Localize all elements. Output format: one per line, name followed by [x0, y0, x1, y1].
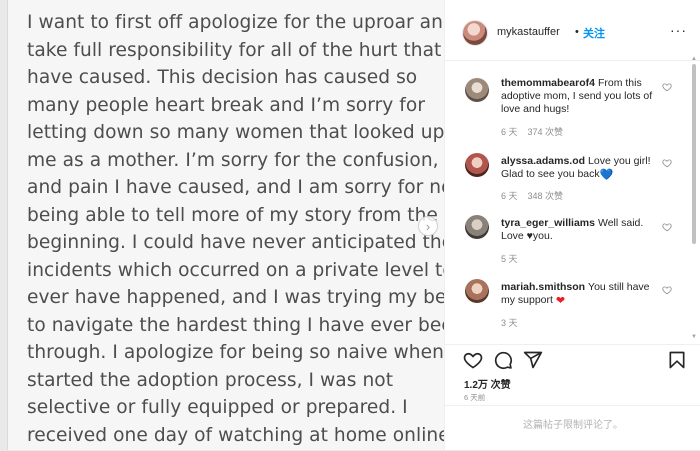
post-text-line: many people heart break and I’m sorry fo… [27, 94, 426, 116]
follow-button[interactable]: 关注 [583, 25, 605, 41]
post-text-line: through. I apologize for being so naive … [27, 342, 445, 363]
comments-list: themommabearof4 From this adoptive mom, I… [445, 61, 700, 343]
comment-item: themommabearof4 From this adoptive mom, I… [445, 74, 700, 138]
commenter-avatar[interactable] [465, 215, 489, 239]
post-text-line: have caused. This decision has caused so [27, 67, 418, 88]
post-side-panel: mykastauffer • 关注 ··· themommabearof4 Fro… [445, 0, 700, 450]
more-icon[interactable]: ··· [670, 22, 687, 38]
commenter-username[interactable]: themommabearof4 [501, 77, 595, 89]
comments-disabled-notice: 这篇帖子限制评论了。 [445, 405, 700, 451]
commenter-avatar[interactable] [465, 153, 489, 177]
heart-icon[interactable] [662, 222, 672, 232]
comment-time: 3 天 [501, 318, 518, 328]
comments-scrollbar[interactable]: ▲ ▼ [691, 56, 697, 342]
author-username[interactable]: mykastauffer [497, 26, 560, 38]
post-text-line: being able to tell more of my story from… [27, 204, 438, 226]
post-text-line: to navigate the hardest thing I have eve… [27, 314, 445, 336]
heart-icon[interactable] [463, 350, 483, 370]
comment-item: alyssa.adams.od Love you girl! Glad to se… [445, 153, 700, 203]
post-text-line: me as a mother. I’m sorry for the confus… [27, 149, 439, 171]
share-icon[interactable] [523, 350, 543, 370]
post-text-line: take full responsibility for all of the … [27, 39, 445, 61]
comment-likes[interactable]: 374 次赞 [528, 127, 564, 137]
likes-count[interactable]: 1.2万 次赞 [464, 376, 511, 391]
comment-meta: 6 天 374 次赞 [501, 125, 573, 138]
comment-icon[interactable] [493, 350, 513, 370]
commenter-username[interactable]: tyra_eger_williams [501, 217, 595, 229]
comment-text: mariah.smithson You still have my support… [501, 281, 653, 307]
post-text-line: I want to first off apologize for the up… [27, 12, 445, 33]
blue-heart-emoji: 💙 [599, 169, 614, 181]
comment-text: alyssa.adams.od Love you girl! Glad to se… [501, 155, 653, 181]
chevron-right-icon: › [425, 218, 431, 234]
post-timestamp: 6 天前 [464, 393, 486, 402]
bookmark-icon[interactable] [667, 350, 687, 370]
comment-item: tyra_eger_williams Well said. Love ♥you. … [445, 215, 700, 265]
commenter-username[interactable]: mariah.smithson [501, 281, 585, 293]
post-text-line: incidents which occurred on a private le… [27, 259, 445, 281]
heart-icon[interactable] [662, 158, 672, 168]
post-header: mykastauffer • 关注 ··· [445, 0, 700, 61]
comment-likes[interactable]: 348 次赞 [528, 191, 564, 201]
post-text-line: received one day of watching at home onl… [27, 424, 445, 446]
post-text-line: started the adoption process, I was not [27, 369, 394, 391]
post-modal: I want to first off apologize for the up… [7, 0, 700, 450]
commenter-username[interactable]: alyssa.adams.od [501, 155, 585, 167]
post-text-line: selective or fully equipped or prepared.… [27, 397, 408, 418]
post-image-text: I want to first off apologize for the up… [27, 9, 445, 449]
comment-meta: 5 天 [501, 252, 528, 265]
post-text-line: beginning. I could have never anticipate… [27, 232, 445, 253]
comment-meta: 3 天 [501, 316, 528, 329]
heart-icon[interactable] [662, 82, 672, 92]
post-text-line: letting down so many women that looked u… [27, 122, 445, 143]
comment-meta: 6 天 348 次赞 [501, 189, 573, 202]
comment-time: 5 天 [501, 254, 518, 264]
post-text-line: ever have happened, and I was trying my … [27, 287, 445, 308]
author-avatar[interactable] [463, 21, 487, 45]
post-actions: 1.2万 次赞 6 天前 [445, 344, 700, 405]
comment-text: tyra_eger_williams Well said. Love ♥you. [501, 217, 653, 243]
post-text-line: and pain I have caused, and I am sorry f… [27, 177, 445, 198]
scroll-up-icon[interactable]: ▲ [691, 56, 697, 62]
red-heart-emoji: ❤ [555, 295, 566, 307]
scrollbar-thumb[interactable] [692, 64, 696, 244]
comment-time: 6 天 [501, 191, 518, 201]
next-slide-button[interactable]: › [418, 216, 438, 236]
post-media: I want to first off apologize for the up… [8, 0, 445, 450]
heart-icon[interactable] [662, 285, 672, 295]
commenter-avatar[interactable] [465, 78, 489, 102]
separator-dot: • [575, 26, 579, 38]
comment-item: mariah.smithson You still have my support… [445, 279, 700, 329]
comment-time: 6 天 [501, 127, 518, 137]
commenter-avatar[interactable] [465, 279, 489, 303]
comment-text: themommabearof4 From this adoptive mom, I… [501, 77, 653, 116]
scroll-down-icon[interactable]: ▼ [691, 334, 697, 340]
